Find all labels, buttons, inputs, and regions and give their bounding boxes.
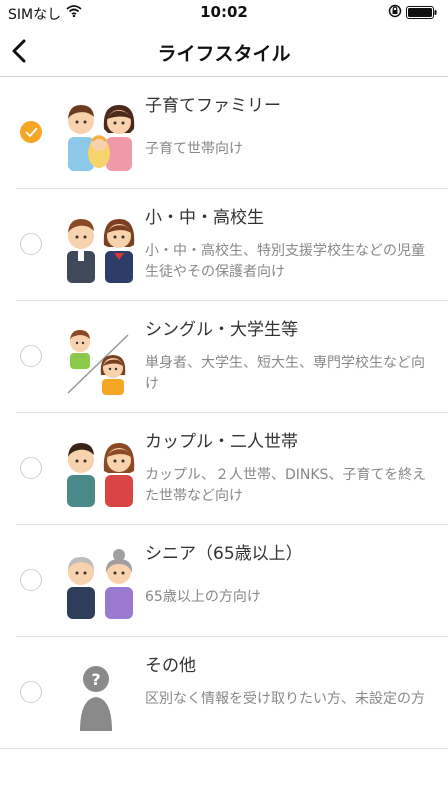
option-row-couple[interactable]: カップル・二人世帯 カップル、２人世帯、DINKS、子育てを終えた世帯など向け [0,413,448,525]
radio-unchecked-icon[interactable] [20,569,42,591]
option-title: シニア（65歳以上） [145,544,303,564]
unknown-person-icon: ? [80,666,112,731]
clock: 10:02 [200,3,248,21]
option-row-single[interactable]: シングル・大学生等 単身者、大学生、短大生、専門学校生など向け [0,301,448,413]
single-illustration-icon [67,330,129,395]
option-title: カップル・二人世帯 [145,432,298,452]
option-row-other[interactable]: ? その他 区別なく情報を受け取りたい方、未設定の方 [0,637,448,749]
radio-unchecked-icon[interactable] [20,233,42,255]
option-row-students[interactable]: 小・中・高校生 小・中・高校生、特別支援学校生などの児童生徒やその保護者向け [0,189,448,301]
status-bar: SIMなし 10:02 [0,0,448,26]
option-description: 単身者、大学生、短大生、専門学校生など向け [145,355,425,392]
option-description: カップル、２人世帯、DINKS、子育てを終えた世帯など向け [145,467,427,504]
lifestyle-option-list: 子育てファミリー 子育て世帯向け 小・中・高校生 小・中・高校生、特別支援学校生… [0,77,448,749]
option-title: その他 [145,656,196,676]
radio-unchecked-icon[interactable] [20,457,42,479]
option-description: 65歳以上の方向け [145,589,261,605]
option-row-family[interactable]: 子育てファミリー 子育て世帯向け [0,77,448,189]
option-title: シングル・大学生等 [145,320,298,340]
couple-illustration-icon [67,443,135,507]
option-row-senior[interactable]: シニア（65歳以上） 65歳以上の方向け [0,525,448,637]
rotation-lock-icon [388,4,402,22]
battery-icon [406,6,438,23]
page-title: ライフスタイル [157,43,291,65]
radio-unchecked-icon[interactable] [20,345,42,367]
option-title: 子育てファミリー [145,96,281,116]
students-illustration-icon [67,219,135,283]
option-description: 区別なく情報を受け取りたい方、未設定の方 [145,691,425,707]
family-illustration-icon [68,105,135,171]
divider [0,748,448,749]
option-title: 小・中・高校生 [145,208,264,228]
radio-unchecked-icon[interactable] [20,681,42,703]
option-description: 子育て世帯向け [145,141,243,157]
senior-illustration-icon [67,549,133,619]
nav-bar: ライフスタイル [0,26,448,77]
svg-text:?: ? [91,670,100,689]
radio-checked-icon[interactable] [20,121,42,143]
option-description: 小・中・高校生、特別支援学校生などの児童生徒やその保護者向け [145,243,425,280]
